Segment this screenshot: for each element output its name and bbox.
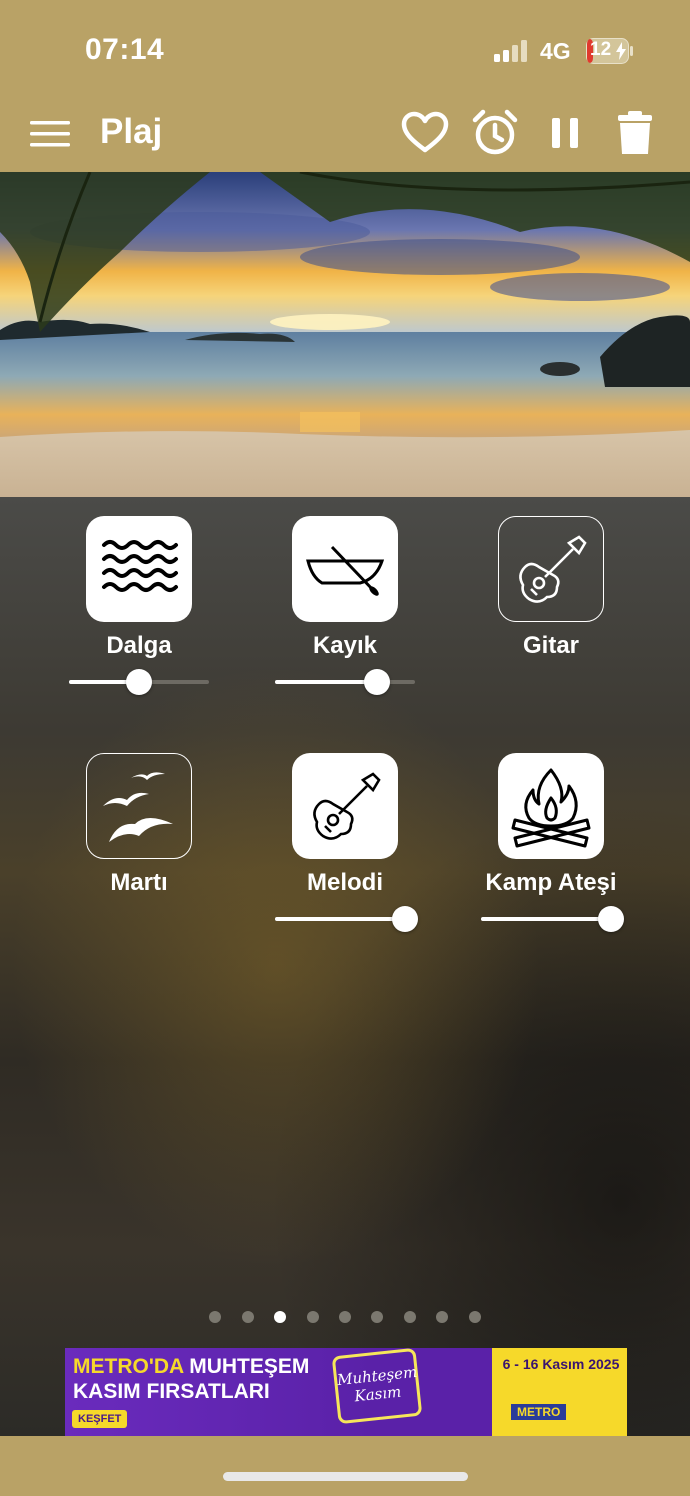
- ad-headline-part1: METRO'DA: [73, 1355, 190, 1378]
- sound-label: Melodi: [307, 869, 383, 896]
- alarm-clock-icon[interactable]: [470, 108, 520, 158]
- page-indicator[interactable]: [0, 1310, 690, 1328]
- slider-knob[interactable]: [364, 669, 390, 695]
- sound-kayik[interactable]: Kayık: [255, 516, 435, 660]
- waves-icon: [102, 540, 178, 592]
- boat-icon: [306, 545, 385, 596]
- ad-headline-part2: MUHTEŞEM: [189, 1355, 310, 1378]
- bottom-bar: [0, 1436, 690, 1496]
- ad-headline-line2: KASIM FIRSATLARI: [73, 1380, 270, 1403]
- charging-icon: [616, 42, 626, 60]
- slider-knob[interactable]: [598, 906, 624, 932]
- page-dot[interactable]: [436, 1311, 449, 1323]
- ad-badge: Muhteşem Kasım: [331, 1348, 423, 1425]
- sound-tile[interactable]: [498, 753, 604, 859]
- page-dot[interactable]: [306, 1311, 319, 1323]
- page-dot-active[interactable]: [274, 1311, 287, 1323]
- page-dot[interactable]: [241, 1311, 254, 1323]
- sound-tile[interactable]: [292, 753, 398, 859]
- page-dot[interactable]: [371, 1311, 384, 1323]
- volume-slider-dalga[interactable]: [69, 669, 209, 695]
- sound-tile[interactable]: [86, 753, 192, 859]
- slider-knob[interactable]: [392, 906, 418, 932]
- sound-tile[interactable]: [292, 516, 398, 622]
- ad-cta-button[interactable]: KEŞFET: [72, 1410, 128, 1428]
- sound-label: Dalga: [106, 632, 172, 659]
- page-dot[interactable]: [468, 1311, 481, 1323]
- guitar-icon: [313, 772, 381, 840]
- page-dot[interactable]: [403, 1311, 416, 1323]
- guitar-icon: [519, 535, 587, 603]
- page-title: Plaj: [100, 112, 163, 151]
- ad-brand-logo: METRO: [511, 1404, 567, 1420]
- favorite-heart-icon[interactable]: [400, 108, 450, 158]
- pause-icon[interactable]: [540, 108, 590, 158]
- page-dot[interactable]: [339, 1311, 351, 1323]
- sound-kamp-atesi[interactable]: Kamp Ateşi: [461, 753, 641, 897]
- status-time: 07:14: [85, 33, 165, 66]
- sound-melodi[interactable]: Melodi: [255, 753, 435, 897]
- signal-icon: [494, 40, 527, 62]
- seagull-icon: [103, 772, 173, 842]
- sound-tile[interactable]: [86, 516, 192, 622]
- slider-fill: [275, 917, 405, 921]
- sound-label: Gitar: [522, 632, 579, 659]
- ad-date: 6 - 16 Kasım 2025: [502, 1356, 620, 1372]
- volume-slider-kamp-atesi[interactable]: [481, 906, 624, 932]
- slider-fill: [275, 680, 377, 684]
- trash-icon[interactable]: [610, 108, 660, 158]
- sound-marti[interactable]: Martı: [49, 753, 229, 897]
- sound-tile[interactable]: [498, 516, 604, 622]
- campfire-icon: [511, 768, 591, 848]
- network-type: 4G: [540, 38, 571, 64]
- slider-knob[interactable]: [126, 669, 152, 695]
- sound-label: Kayık: [312, 632, 378, 659]
- sound-gitar[interactable]: Gitar: [461, 516, 641, 660]
- battery-level: 12: [590, 39, 612, 60]
- volume-slider-melodi[interactable]: [275, 906, 418, 932]
- beach-sunset-image: [0, 172, 690, 497]
- sound-label: Kamp Ateşi: [485, 869, 617, 896]
- slider-fill: [481, 917, 611, 921]
- page-dot[interactable]: [209, 1311, 222, 1323]
- top-bar: 07:14 4G 12 Plaj: [0, 0, 690, 172]
- volume-slider-kayik[interactable]: [275, 669, 415, 695]
- home-indicator[interactable]: [223, 1472, 468, 1481]
- menu-icon[interactable]: [30, 118, 70, 150]
- battery-icon: 12: [586, 38, 634, 64]
- sound-dalga[interactable]: Dalga: [49, 516, 229, 660]
- ad-banner[interactable]: METRO'DA MUHTEŞEM KASIM FIRSATLARI KEŞFE…: [65, 1348, 627, 1436]
- ad-headline: METRO'DA MUHTEŞEM KASIM FIRSATLARI: [73, 1354, 309, 1404]
- sound-label: Martı: [110, 869, 168, 896]
